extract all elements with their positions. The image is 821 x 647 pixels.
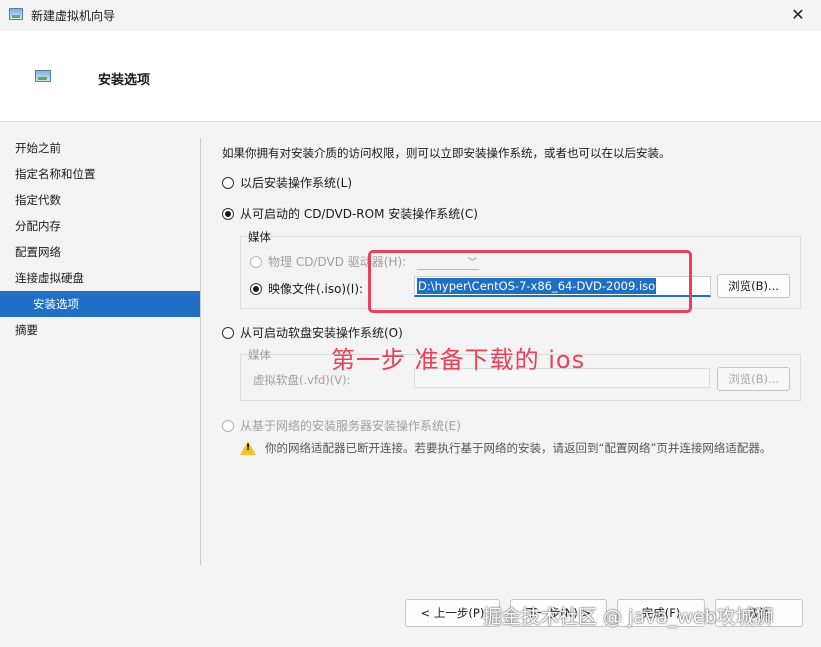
browse-button[interactable]: 浏览(B)... [717, 274, 790, 298]
sidebar-item-summary[interactable]: 摘要 [0, 317, 200, 343]
sidebar-item-installation-options[interactable]: 安装选项 [0, 291, 200, 317]
annotation-text: 第一步 准备下载的 ios [331, 346, 586, 374]
option-install-later-label: 以后安装操作系统(L) [240, 176, 353, 190]
cd-media-group-label: 媒体 [248, 230, 271, 244]
sidebar-item-memory[interactable]: 分配内存 [0, 213, 200, 239]
option-install-cd[interactable]: 从可启动的 CD/DVD-ROM 安装操作系统(C) [222, 205, 478, 222]
wizard-steps-sidebar: 开始之前 指定名称和位置 指定代数 分配内存 配置网络 连接虚拟硬盘 安装选项 … [0, 135, 200, 343]
warning-icon [240, 441, 256, 455]
option-install-later[interactable]: 以后安装操作系统(L) [222, 174, 352, 191]
radio-button[interactable] [222, 176, 234, 189]
option-install-floppy-label: 从可启动软盘安装操作系统(O) [240, 326, 403, 340]
sidebar-divider [200, 138, 201, 565]
option-install-network[interactable]: 从基于网络的安装服务器安装操作系统(E) [222, 417, 461, 434]
sidebar-item-generation[interactable]: 指定代数 [0, 187, 200, 213]
watermark: 掘金技术社区 @ java_web攻城狮 [483, 606, 774, 628]
sidebar-item-before-you-begin[interactable]: 开始之前 [0, 135, 200, 161]
image-file-label: 映像文件(.iso)(I): [268, 282, 364, 296]
close-button[interactable]: ✕ [775, 0, 821, 31]
sidebar-item-networking[interactable]: 配置网络 [0, 239, 200, 265]
option-image-file[interactable]: 映像文件(.iso)(I): [250, 280, 363, 297]
option-install-cd-label: 从可启动的 CD/DVD-ROM 安装操作系统(C) [240, 207, 478, 221]
radio-button-checked[interactable] [250, 282, 262, 295]
browse-floppy-button[interactable]: 浏览(B)... [717, 367, 790, 391]
sidebar-item-virtual-disk[interactable]: 连接虚拟硬盘 [0, 265, 200, 291]
vm-icon [35, 70, 51, 82]
radio-button[interactable] [222, 419, 234, 432]
window-title: 新建虚拟机向导 [31, 9, 116, 23]
page-title: 安装选项 [98, 73, 151, 88]
network-warning-text: 你的网络适配器已断开连接。若要执行基于网络的安装，请返回到“配置网络”页并连接网… [265, 441, 772, 455]
title-bar: 新建虚拟机向导 ✕ [0, 0, 821, 31]
option-install-floppy[interactable]: 从可启动软盘安装操作系统(O) [222, 324, 403, 341]
annotation-highlight-box [368, 250, 692, 313]
radio-button[interactable] [222, 326, 234, 339]
intro-text: 如果你拥有对安装介质的访问权限，则可以立即安装操作系统，或者也可以在以后安装。 [222, 146, 671, 160]
radio-button-checked[interactable] [222, 207, 234, 220]
wizard-header: 安装选项 [0, 31, 821, 122]
radio-button[interactable] [250, 255, 262, 268]
sidebar-item-name-location[interactable]: 指定名称和位置 [0, 161, 200, 187]
hyperv-app-icon [9, 8, 23, 20]
network-warning: 你的网络适配器已断开连接。若要执行基于网络的安装，请返回到“配置网络”页并连接网… [240, 440, 771, 456]
floppy-media-group-label: 媒体 [248, 348, 271, 362]
option-install-network-label: 从基于网络的安装服务器安装操作系统(E) [240, 419, 461, 433]
